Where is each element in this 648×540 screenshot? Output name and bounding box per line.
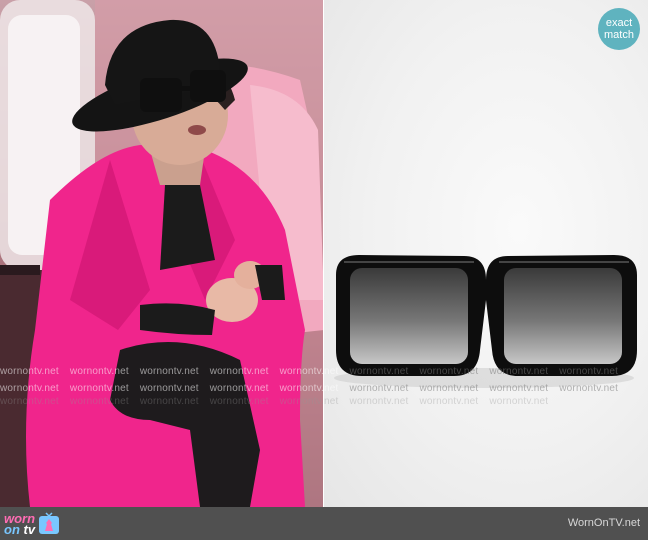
logo-line2-suffix: tv bbox=[23, 522, 36, 537]
watermark-text: wornontv.net bbox=[489, 383, 549, 394]
watermark-text: wornontv.net bbox=[349, 383, 409, 394]
outfit-photo bbox=[0, 0, 324, 507]
sunglasses-illustration bbox=[334, 255, 637, 388]
badge-line2: match bbox=[604, 29, 634, 41]
watermark-text: wornontv.net bbox=[0, 383, 59, 394]
watermark-row: wornontv.net wornontv.net wornontv.net w… bbox=[0, 396, 648, 407]
watermark-text: wornontv.net bbox=[139, 366, 199, 377]
watermark-text: wornontv.net bbox=[419, 383, 479, 394]
badge-line1: exact bbox=[605, 17, 633, 29]
brand-logo[interactable]: worn on tv bbox=[4, 511, 60, 537]
watermark-row: wornontv.net wornontv.net wornontv.net w… bbox=[0, 366, 648, 377]
exact-match-badge: exact match bbox=[598, 8, 640, 50]
logo-line2-prefix: on bbox=[4, 522, 24, 537]
outfit-illustration bbox=[0, 0, 324, 507]
watermark-text: wornontv.net bbox=[559, 383, 619, 394]
footer-bar: worn on tv WornOnTV.net bbox=[0, 507, 648, 540]
watermark-text: wornontv.net bbox=[419, 366, 479, 377]
site-url: WornOnTV.net bbox=[567, 517, 640, 529]
tv-dress-icon bbox=[39, 512, 60, 534]
product-photo bbox=[324, 0, 648, 507]
watermark-text: wornontv.net bbox=[139, 396, 199, 407]
watermark-text: wornontv.net bbox=[489, 366, 549, 377]
watermark-text: wornontv.net bbox=[209, 396, 269, 407]
watermark-text: wornontv.net bbox=[279, 366, 339, 377]
watermark-row: wornontv.net wornontv.net wornontv.net w… bbox=[0, 383, 648, 394]
watermark-text: wornontv.net bbox=[69, 383, 129, 394]
logo-line2: on tv bbox=[4, 522, 36, 537]
watermark-text: wornontv.net bbox=[279, 383, 339, 394]
watermark-text: wornontv.net bbox=[279, 396, 339, 407]
watermark-text: wornontv.net bbox=[489, 396, 549, 407]
watermark-text: wornontv.net bbox=[349, 366, 409, 377]
watermark-text: wornontv.net bbox=[559, 366, 619, 377]
watermark-text: wornontv.net bbox=[419, 396, 479, 407]
watermark-text: wornontv.net bbox=[209, 366, 269, 377]
watermark-text: wornontv.net bbox=[69, 366, 129, 377]
watermark-text: wornontv.net bbox=[209, 383, 269, 394]
watermark-text: wornontv.net bbox=[0, 366, 59, 377]
watermark-text: wornontv.net bbox=[0, 396, 59, 407]
watermark-text: wornontv.net bbox=[139, 383, 199, 394]
watermark-text: wornontv.net bbox=[69, 396, 129, 407]
watermark-text: wornontv.net bbox=[349, 396, 409, 407]
